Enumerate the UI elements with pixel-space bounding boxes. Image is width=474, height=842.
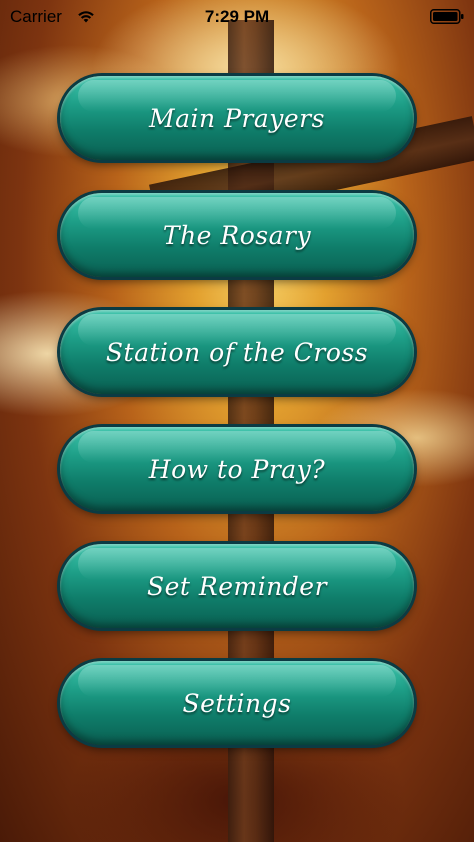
set-reminder-label: Set Reminder [146,571,328,601]
main-prayers-label: Main Prayers [149,103,325,133]
main-prayers-button[interactable]: Main Prayers [60,76,414,160]
status-bar: Carrier 7:29 PM [0,0,474,34]
app-screen: Carrier 7:29 PM Main Prayers The Rosary … [0,0,474,842]
station-of-the-cross-label: Station of the Cross [105,337,369,367]
rosary-button[interactable]: The Rosary [60,193,414,277]
settings-label: Settings [182,688,292,718]
station-of-the-cross-button[interactable]: Station of the Cross [60,310,414,394]
set-reminder-button[interactable]: Set Reminder [60,544,414,628]
rosary-label: The Rosary [162,220,312,250]
how-to-pray-button[interactable]: How to Pray? [60,427,414,511]
status-time: 7:29 PM [204,7,270,26]
how-to-pray-label: How to Pray? [148,454,326,484]
settings-button[interactable]: Settings [60,661,414,745]
battery-icon [430,9,464,24]
